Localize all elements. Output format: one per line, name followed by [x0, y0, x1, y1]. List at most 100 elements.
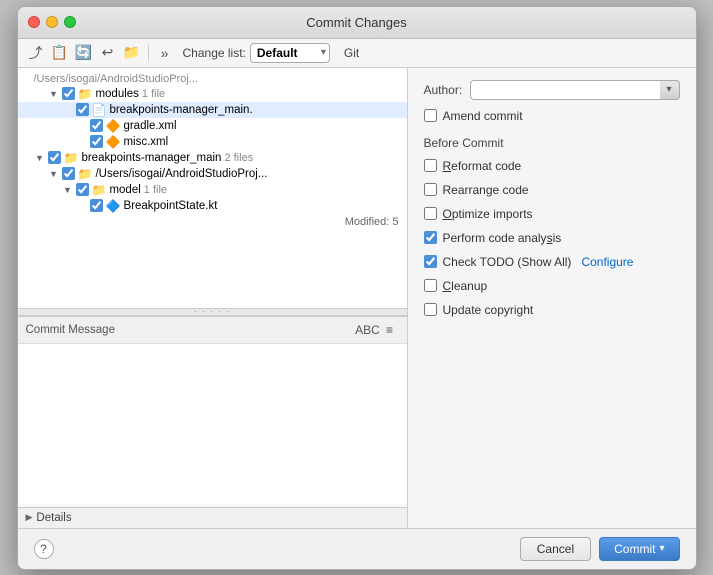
list-item[interactable]: ▼ 📁 modules 1 file — [18, 86, 407, 102]
author-dropdown-button[interactable]: ▾ — [660, 80, 680, 100]
perform-analysis-checkbox[interactable] — [424, 231, 437, 244]
reformat-code-label: Reformat code — [443, 159, 522, 173]
amend-commit-checkbox[interactable] — [424, 109, 437, 122]
settings-icon[interactable]: ≡ — [381, 321, 399, 339]
tree-node-label: model — [109, 184, 140, 196]
commit-message-section: Commit Message ABC ≡ — [18, 316, 407, 507]
changelist-select[interactable]: Default — [250, 43, 330, 63]
toolbar-separator — [148, 45, 149, 61]
commit-message-header: Commit Message ABC ≡ — [18, 317, 407, 344]
toolbar-icon-1[interactable]: ⤴ — [26, 43, 46, 63]
reformat-code-row: Reformat code — [424, 158, 680, 174]
spell-check-icon[interactable]: ABC — [359, 321, 377, 339]
cancel-button[interactable]: Cancel — [520, 537, 591, 561]
commit-message-input[interactable] — [18, 344, 407, 504]
toolbar-icon-3[interactable]: 🔄 — [74, 43, 94, 63]
tree-node-label: gradle.xml — [123, 120, 176, 132]
rearrange-code-checkbox[interactable] — [424, 183, 437, 196]
minimize-button[interactable] — [46, 16, 58, 28]
check-todo-checkbox[interactable] — [424, 255, 437, 268]
details-label: Details — [36, 512, 71, 524]
list-item[interactable]: ▼ 📁 /Users/isogai/AndroidStudioProj... — [18, 166, 407, 182]
chevron-down-icon: ▾ — [659, 543, 664, 554]
update-copyright-row: Update copyright — [424, 302, 680, 318]
toolbar-icon-6[interactable]: » — [155, 43, 175, 63]
file-count: 1 file — [144, 184, 167, 196]
file-tree: /Users/isogai/AndroidStudioProj... ▼ 📁 m… — [18, 68, 407, 308]
commit-button[interactable]: Commit ▾ — [599, 537, 679, 561]
spacer — [76, 120, 88, 132]
xml-icon: 🔶 — [106, 119, 121, 133]
help-button[interactable]: ? — [34, 539, 54, 559]
collapse-arrow-icon: ▼ — [48, 88, 60, 100]
changelist-select-wrapper: Default ▾ — [250, 43, 330, 63]
list-item[interactable]: ▼ 📁 breakpoints-manager_main 2 files — [18, 150, 407, 166]
optimize-imports-row: Optimize imports — [424, 206, 680, 222]
folder-icon: 📁 — [92, 183, 107, 197]
changelist-label: Change list: — [183, 46, 246, 60]
tree-checkbox[interactable] — [90, 135, 103, 148]
list-item[interactable]: 🔶 gradle.xml — [18, 118, 407, 134]
author-input[interactable] — [470, 80, 679, 100]
spacer — [62, 104, 74, 116]
chevron-right-icon: ▶ — [26, 512, 33, 523]
check-todo-label: Check TODO (Show All) — [443, 255, 572, 269]
commit-button-label: Commit — [614, 542, 655, 556]
main-window: Commit Changes ⤴ 📋 🔄 ↩ 📁 » Change list: … — [17, 6, 697, 570]
collapse-arrow-icon: ▼ — [62, 184, 74, 196]
tree-node-label: breakpoints-manager_main — [81, 152, 221, 164]
collapse-arrow-icon: ▼ — [48, 168, 60, 180]
xml-icon: 🔶 — [106, 135, 121, 149]
update-copyright-label: Update copyright — [443, 303, 534, 317]
tree-checkbox[interactable] — [62, 87, 75, 100]
list-item[interactable]: 🔷 BreakpointState.kt — [18, 198, 407, 214]
file-count: 2 files — [224, 152, 253, 164]
tree-checkbox[interactable] — [90, 199, 103, 212]
before-commit-header: Before Commit — [424, 136, 680, 150]
amend-commit-label: Amend commit — [443, 109, 523, 123]
spacer — [76, 200, 88, 212]
tree-node-label: breakpoints-manager_main. — [109, 104, 252, 116]
author-row: Author: ▾ — [424, 80, 680, 100]
window-title: Commit Changes — [306, 15, 406, 30]
commit-message-icons: ABC ≡ — [359, 321, 399, 339]
tree-node-label: BreakpointState.kt — [123, 200, 217, 212]
folder-icon: 📁 — [64, 151, 79, 165]
tree-node-label: modules — [95, 88, 138, 100]
list-item[interactable]: ▼ 📁 model 1 file — [18, 182, 407, 198]
update-copyright-checkbox[interactable] — [424, 303, 437, 316]
tree-checkbox[interactable] — [62, 167, 75, 180]
tree-checkbox[interactable] — [76, 183, 89, 196]
file-count: 1 file — [142, 88, 165, 100]
list-item[interactable]: 📄 breakpoints-manager_main. — [18, 102, 407, 118]
details-section[interactable]: ▶ Details — [18, 507, 407, 528]
left-panel: /Users/isogai/AndroidStudioProj... ▼ 📁 m… — [18, 68, 408, 528]
rearrange-code-label: Rearrange code — [443, 183, 529, 197]
window-controls — [28, 16, 76, 28]
list-item[interactable]: 🔶 misc.xml — [18, 134, 407, 150]
cleanup-checkbox[interactable] — [424, 279, 437, 292]
titlebar: Commit Changes — [18, 7, 696, 39]
author-input-wrapper: ▾ — [470, 80, 679, 100]
cleanup-row: Cleanup — [424, 278, 680, 294]
resize-handle[interactable]: · · · · · — [18, 308, 407, 316]
tree-checkbox[interactable] — [90, 119, 103, 132]
tree-checkbox[interactable] — [76, 103, 89, 116]
reformat-code-checkbox[interactable] — [424, 159, 437, 172]
tree-node-label: /Users/isogai/AndroidStudioProj... — [95, 168, 267, 180]
toolbar-icon-5[interactable]: 📁 — [122, 43, 142, 63]
git-tab[interactable]: Git — [344, 46, 359, 60]
configure-link[interactable]: Configure — [581, 255, 633, 269]
perform-analysis-row: Perform code analysis — [424, 230, 680, 246]
toolbar: ⤴ 📋 🔄 ↩ 📁 » Change list: Default ▾ Git — [18, 39, 696, 68]
maximize-button[interactable] — [64, 16, 76, 28]
kotlin-file-icon: 🔷 — [106, 199, 121, 213]
toolbar-icon-4[interactable]: ↩ — [98, 43, 118, 63]
close-button[interactable] — [28, 16, 40, 28]
optimize-imports-checkbox[interactable] — [424, 207, 437, 220]
list-item[interactable]: /Users/isogai/AndroidStudioProj... — [18, 72, 407, 86]
toolbar-icon-2[interactable]: 📋 — [50, 43, 70, 63]
file-icon: 📄 — [92, 103, 107, 117]
tree-checkbox[interactable] — [48, 151, 61, 164]
check-todo-row: Check TODO (Show All) Configure — [424, 254, 680, 270]
